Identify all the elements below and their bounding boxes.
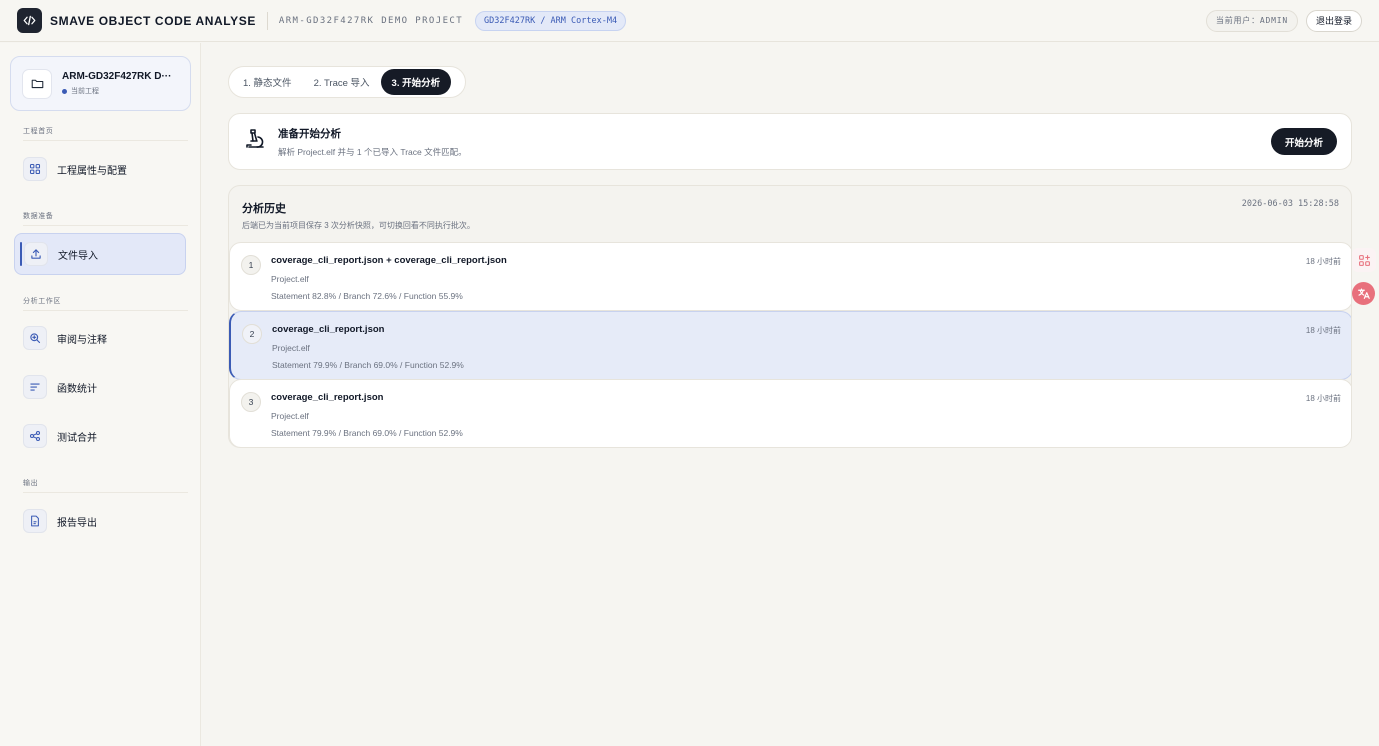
project-card-title: ARM-GD32F427RK D··· — [62, 71, 172, 82]
sidebar: ARM-GD32F427RK D··· 当前工程 工程首页 工程属性与配置 数据… — [0, 43, 201, 746]
row-metrics: Statement 79.9% / Branch 69.0% / Functio… — [271, 428, 463, 438]
history-subtitle: 后端已为当前项目保存 3 次分析快照，可切换回看不同执行批次。 — [242, 221, 475, 230]
row-age: 18 小时前 — [1305, 326, 1341, 335]
microscope-icon — [243, 127, 267, 156]
sidebar-item-review[interactable]: 审阅与注释 — [14, 317, 186, 359]
row-file: Project.elf — [271, 274, 309, 284]
sidebar-item-label: 审阅与注释 — [57, 334, 107, 346]
divider — [266, 11, 268, 30]
translate-icon[interactable] — [1352, 282, 1375, 305]
zoom-icon — [23, 326, 47, 350]
sidebar-item-function-stats[interactable]: 函数统计 — [14, 366, 186, 408]
divider — [23, 140, 188, 141]
list-icon — [23, 375, 47, 399]
section-label-output: 输出 — [23, 480, 39, 487]
brand-title: SMAVE OBJECT CODE ANALYSE — [50, 13, 256, 28]
folder-icon — [22, 68, 52, 99]
row-title: coverage_cli_report.json — [272, 324, 385, 335]
history-title: 分析历史 — [242, 203, 286, 215]
row-age: 18 小时前 — [1305, 394, 1341, 403]
project-card-status: 当前工程 — [62, 86, 171, 96]
row-metrics: Statement 79.9% / Branch 69.0% / Functio… — [272, 360, 464, 370]
sidebar-item-label: 文件导入 — [58, 250, 98, 262]
row-metrics: Statement 82.8% / Branch 72.6% / Functio… — [271, 291, 463, 301]
document-icon — [23, 509, 47, 533]
start-analysis-button[interactable]: 开始分析 — [1270, 128, 1337, 155]
step-tabs: 1. 静态文件 2. Trace 导入 3. 开始分析 — [228, 66, 466, 98]
section-label-analysis: 分析工作区 — [23, 298, 61, 305]
status-dot — [62, 88, 67, 94]
sidebar-item-project-settings[interactable]: 工程属性与配置 — [14, 148, 186, 190]
chip-badge: GD32F427RK / ARM Cortex-M4 — [475, 10, 627, 31]
tab-start-analysis[interactable]: 3. 开始分析 — [380, 69, 452, 95]
sidebar-item-report-export[interactable]: 报告导出 — [14, 500, 186, 542]
sidebar-item-test-merge[interactable]: 测试合并 — [14, 415, 186, 457]
tab-trace-import[interactable]: 2. Trace 导入 — [303, 69, 381, 95]
history-row[interactable]: 1 coverage_cli_report.json + coverage_cl… — [229, 242, 1351, 311]
upload-icon — [24, 242, 48, 266]
section-label-home: 工程首页 — [23, 128, 54, 135]
current-user-badge: 当前用户：ADMIN — [1205, 9, 1298, 32]
history-row[interactable]: 3 coverage_cli_report.json Project.elf S… — [229, 379, 1351, 447]
history-row-selected[interactable]: 2 coverage_cli_report.json Project.elf S… — [229, 311, 1351, 380]
divider — [23, 310, 188, 311]
row-number-badge: 1 — [241, 255, 261, 275]
sidebar-item-file-import[interactable]: 文件导入 — [14, 233, 186, 275]
logout-button[interactable]: 退出登录 — [1305, 9, 1362, 32]
divider — [23, 225, 188, 226]
sidebar-item-label: 工程属性与配置 — [57, 165, 127, 177]
share-icon — [23, 424, 47, 448]
row-number-badge: 3 — [241, 392, 261, 412]
project-card[interactable]: ARM-GD32F427RK D··· 当前工程 — [10, 56, 191, 111]
row-file: Project.elf — [272, 343, 310, 353]
project-name: ARM-GD32F427RK DEMO PROJECT — [278, 15, 464, 26]
sidebar-item-label: 报告导出 — [57, 517, 97, 529]
apps-icon[interactable] — [1352, 248, 1376, 272]
top-bar: SMAVE OBJECT CODE ANALYSE ARM-GD32F427RK… — [0, 0, 1379, 42]
ready-subtitle: 解析 Project.elf 并与 1 个已导入 Trace 文件匹配。 — [278, 146, 467, 157]
grid-icon — [23, 157, 47, 181]
row-age: 18 小时前 — [1305, 257, 1341, 266]
history-timestamp: 2026-06-03 15:28:58 — [1241, 199, 1339, 209]
divider — [23, 492, 188, 493]
row-title: coverage_cli_report.json — [271, 392, 384, 403]
sidebar-item-label: 函数统计 — [57, 383, 97, 395]
row-number-badge: 2 — [242, 324, 262, 344]
section-label-data: 数据准备 — [23, 213, 54, 220]
ready-card: 准备开始分析 解析 Project.elf 并与 1 个已导入 Trace 文件… — [228, 113, 1352, 170]
code-logo-icon[interactable] — [17, 8, 42, 33]
project-card-subtitle: 当前工程 — [71, 88, 99, 95]
ready-title: 准备开始分析 — [278, 127, 341, 140]
analysis-history-panel: 分析历史 后端已为当前项目保存 3 次分析快照，可切换回看不同执行批次。 202… — [228, 185, 1352, 448]
tab-static-files[interactable]: 1. 静态文件 — [232, 69, 303, 95]
row-title: coverage_cli_report.json + coverage_cli_… — [271, 255, 507, 266]
sidebar-item-label: 测试合并 — [57, 432, 97, 444]
row-file: Project.elf — [271, 411, 309, 421]
